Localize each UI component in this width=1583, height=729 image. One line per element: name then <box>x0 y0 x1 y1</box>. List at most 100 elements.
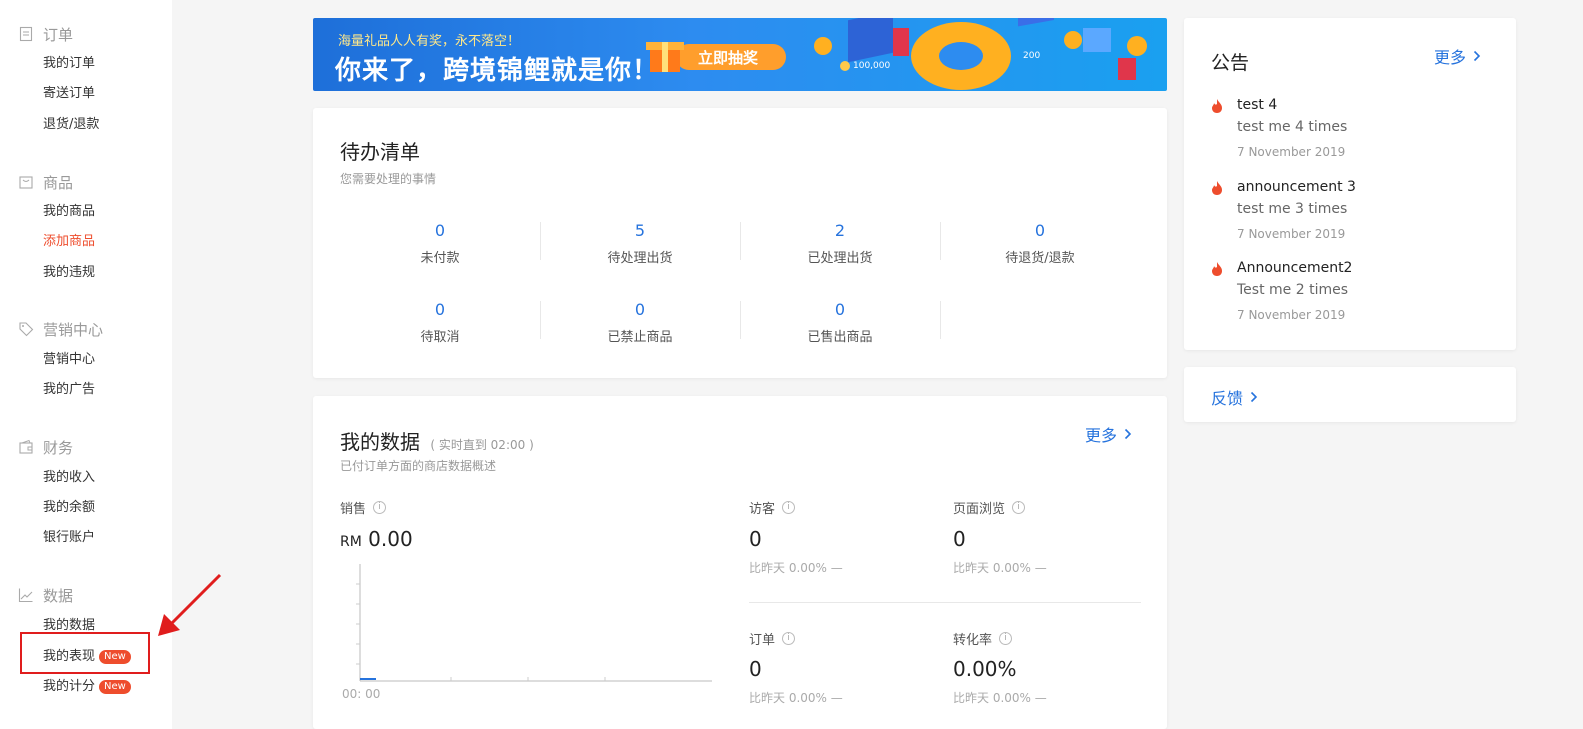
fire-icon <box>1212 99 1222 113</box>
wallet-icon <box>19 439 33 454</box>
sidebar-item-violations[interactable]: 我的违规 <box>43 263 95 283</box>
sidebar-group-header: 订单 <box>18 24 73 44</box>
coin-text-1: 100,000 <box>853 61 890 71</box>
info-icon[interactable]: i <box>782 501 796 514</box>
sidebar-item-income[interactable]: 我的收入 <box>43 468 95 488</box>
conversion-value: 0.00% <box>953 657 1017 681</box>
announcement-item-title: announcement 3 <box>1237 179 1356 195</box>
line-chart-icon <box>18 588 33 603</box>
my-data-title: 我的数据 <box>340 430 420 454</box>
bag-icon <box>19 176 33 189</box>
todo-item-banned[interactable]: 0 已禁止商品 <box>540 299 740 345</box>
sidebar-item-add-product[interactable]: 添加商品 <box>43 232 95 252</box>
coins-decoration-icon: 100,000 200 <box>814 18 1147 90</box>
sidebar-group-title: 营销中心 <box>43 320 104 339</box>
sidebar-group-header: 数据 <box>18 585 73 605</box>
banner-title: 你来了，跨境锦鲤就是你！ <box>335 56 660 86</box>
coin-text-2: 200 <box>1023 51 1040 61</box>
feedback-card: 反馈 <box>1184 367 1516 422</box>
tag-icon <box>19 322 34 337</box>
pageviews-label: 页面浏览 i <box>953 498 1026 517</box>
sidebar-item-balance[interactable]: 我的余额 <box>43 498 95 518</box>
conversion-label: 转化率 i <box>953 629 1013 648</box>
todo-count: 0 <box>1034 221 1046 240</box>
feedback-link[interactable]: 反馈 <box>1211 385 1258 409</box>
todo-count: 0 <box>434 221 446 240</box>
announcement-item-date: 7 November 2019 <box>1237 308 1346 322</box>
info-icon[interactable]: i <box>1012 501 1026 514</box>
sidebar-item-bank-account[interactable]: 银行账户 <box>43 528 95 548</box>
todo-count: 0 <box>434 300 446 319</box>
sidebar-item-returns[interactable]: 退货/退款 <box>43 115 99 135</box>
sales-chart: 00: 00 <box>342 564 712 701</box>
my-data-card: 我的数据 ( 实时直到 02:00 ) 已付订单方面的商店数据概述 更多 销售 i… <box>313 396 1167 729</box>
orders-compare: 比昨天 0.00% — <box>749 691 843 705</box>
sales-label: 销售 i <box>340 498 387 517</box>
annotation-highlight-box <box>20 632 150 674</box>
divider <box>749 602 1141 603</box>
todo-item-shipped[interactable]: 2 已处理出货 <box>740 220 940 266</box>
todo-label: 待处理出货 <box>607 251 673 266</box>
sidebar-item-my-products[interactable]: 我的商品 <box>43 202 95 222</box>
chevron-right-icon <box>1124 428 1132 440</box>
chevron-right-icon <box>1473 50 1481 62</box>
todo-label: 已处理出货 <box>807 251 873 266</box>
todo-item-to-ship[interactable]: 5 待处理出货 <box>540 220 740 266</box>
metric-label-text: 转化率 <box>953 633 993 648</box>
promo-banner[interactable]: 海量礼品人人有奖，永不落空！ 你来了，跨境锦鲤就是你！ 立即抽奖 100,000… <box>313 18 1167 91</box>
chart-x-label: 00: 00 <box>342 687 380 701</box>
todo-item-unpaid[interactable]: 0 未付款 <box>340 220 540 266</box>
sales-label-text: 销售 <box>340 502 367 517</box>
todo-item-to-cancel[interactable]: 0 待取消 <box>340 299 540 345</box>
info-icon[interactable]: i <box>373 501 387 514</box>
chevron-right-icon <box>1250 391 1258 403</box>
sales-amount: 0.00 <box>368 527 413 551</box>
banner-subtitle: 海量礼品人人有奖，永不落空！ <box>338 34 521 49</box>
announcement-item-body: test me 3 times <box>1237 201 1348 217</box>
announcement-item-title: Announcement2 <box>1237 260 1353 276</box>
visitors-compare: 比昨天 0.00% — <box>749 561 843 575</box>
sidebar-item-shipping-orders[interactable]: 寄送订单 <box>43 84 95 104</box>
announcement-title: 公告 <box>1211 52 1250 74</box>
sidebar-item-scoring[interactable]: 我的计分 New <box>43 677 131 697</box>
announcement-more-link[interactable]: 更多 <box>1434 44 1481 68</box>
info-icon[interactable]: i <box>999 632 1013 645</box>
new-badge: New <box>99 680 131 694</box>
todo-card: 待办清单 您需要处理的事情 0 未付款 5 待处理出货 2 已处理出货 0 待退… <box>313 108 1167 378</box>
my-data-more-link[interactable]: 更多 <box>1085 422 1132 446</box>
announcement-item-title: test 4 <box>1237 97 1278 113</box>
visitors-value: 0 <box>749 527 762 551</box>
sidebar-item-my-ads[interactable]: 我的广告 <box>43 380 95 400</box>
announcement-item-date: 7 November 2019 <box>1237 145 1346 159</box>
sidebar-item-my-orders[interactable]: 我的订单 <box>43 54 95 74</box>
sidebar-item-marketing-center[interactable]: 营销中心 <box>43 350 95 370</box>
more-label: 更多 <box>1434 48 1467 67</box>
my-data-realtime-note: ( 实时直到 02:00 ) <box>430 438 534 452</box>
sales-currency: RM <box>340 534 362 550</box>
todo-count: 0 <box>834 300 846 319</box>
fire-icon <box>1212 181 1222 195</box>
pageviews-value: 0 <box>953 527 966 551</box>
orders-value: 0 <box>749 657 762 681</box>
todo-label: 待取消 <box>420 330 460 345</box>
todo-item-returns[interactable]: 0 待退货/退款 <box>940 220 1140 266</box>
todo-label: 未付款 <box>420 251 460 266</box>
sidebar-group-title: 数据 <box>43 586 74 605</box>
banner-draw-button[interactable]: 立即抽奖 <box>698 47 758 68</box>
feedback-label: 反馈 <box>1211 389 1244 408</box>
todo-count: 0 <box>634 300 646 319</box>
my-data-subtitle: 已付订单方面的商店数据概述 <box>340 459 497 473</box>
announcement-item-body: Test me 2 times <box>1237 282 1349 298</box>
info-icon[interactable]: i <box>782 632 796 645</box>
sidebar-group-header: 商品 <box>18 172 73 192</box>
todo-subtitle: 您需要处理的事情 <box>340 172 437 186</box>
sidebar-group-title: 订单 <box>43 25 74 44</box>
announcement-card: 公告 更多 test 4 test me 4 times 7 November … <box>1184 18 1516 350</box>
todo-label: 已禁止商品 <box>607 330 673 345</box>
todo-count: 5 <box>634 221 646 240</box>
metric-label-text: 页面浏览 <box>953 502 1006 517</box>
metric-label-text: 订单 <box>749 633 776 648</box>
metric-label-text: 访客 <box>749 502 776 517</box>
fire-icon <box>1212 262 1222 276</box>
todo-item-sold-out[interactable]: 0 已售出商品 <box>740 299 940 345</box>
